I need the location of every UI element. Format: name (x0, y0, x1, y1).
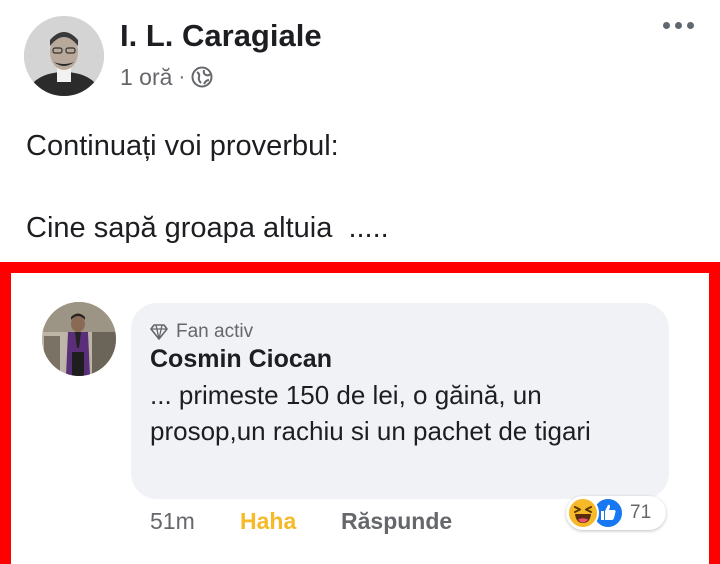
post-author-name[interactable]: I. L. Caragiale (120, 18, 322, 54)
globe-icon (191, 66, 213, 88)
reply-button[interactable]: Răspunde (341, 508, 452, 535)
author-avatar-image (24, 16, 104, 96)
post-time[interactable]: 1 oră (120, 64, 172, 91)
haha-icon (567, 497, 599, 529)
more-options-icon[interactable] (663, 22, 694, 29)
commenter-avatar[interactable] (42, 302, 116, 376)
comment-time[interactable]: 51m (150, 508, 195, 535)
reaction-count: 71 (630, 502, 652, 523)
haha-reaction-button[interactable]: Haha (240, 508, 296, 535)
post-text-line-2: Cine sapă groapa altuia ..... (26, 212, 389, 244)
comment-text: ... primeste 150 de lei, o găină, un pro… (150, 380, 591, 446)
post-text-line-1: Continuați voi proverbul: (26, 130, 339, 162)
fan-badge-label: Fan activ (176, 321, 254, 342)
meta-separator: · (178, 65, 186, 88)
diamond-icon (150, 324, 168, 340)
fan-badge: Fan activ (150, 319, 253, 345)
author-avatar[interactable] (24, 16, 104, 96)
post-meta: 1 oră · (120, 62, 213, 92)
commenter-avatar-image (42, 302, 116, 376)
reaction-summary[interactable]: 71 (566, 496, 666, 530)
commenter-name[interactable]: Cosmin Ciocan (150, 345, 332, 374)
